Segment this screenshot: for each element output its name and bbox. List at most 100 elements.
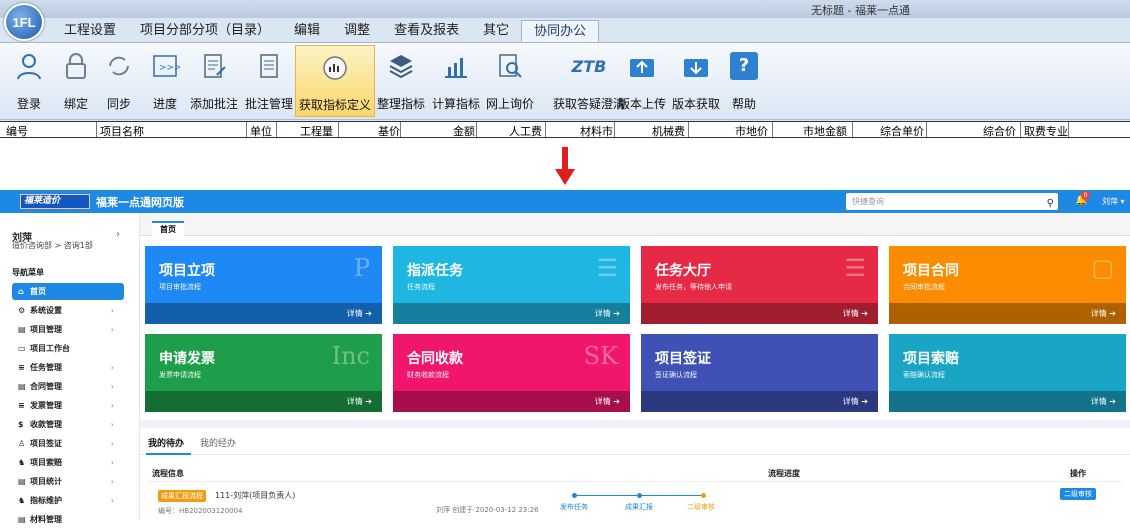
card-4[interactable]: Inc 申请发票 发票申请流程 详情 ➔ — [145, 334, 382, 412]
column-divider[interactable] — [338, 122, 339, 137]
ribbon-button-6[interactable]: 获取指标定义 — [295, 45, 375, 117]
column-divider[interactable] — [476, 122, 477, 137]
card-0[interactable]: P 项目立项 项目审批流程 详情 ➔ — [145, 246, 382, 324]
sidebar-item-4[interactable]: ≡ 任务管理 › — [12, 359, 124, 376]
card-5[interactable]: SK 合同收款 财务收款流程 详情 ➔ — [393, 334, 630, 412]
ribbon-button-0[interactable]: 登录 — [6, 45, 52, 117]
card-details-link[interactable]: 详情 ➔ — [641, 303, 878, 324]
card-details-link[interactable]: 详情 ➔ — [393, 391, 630, 412]
user-menu[interactable]: 刘萍 ▾ — [1102, 196, 1125, 207]
ribbon-button-1[interactable]: 绑定 — [53, 45, 99, 117]
nav-item-icon: ♞ — [18, 496, 26, 505]
menu-4[interactable]: 查看及报表 — [382, 20, 471, 42]
card-bg-glyph: SK — [583, 342, 618, 370]
column-divider[interactable] — [614, 122, 615, 137]
chevron-right-icon: › — [110, 496, 114, 505]
menu-2[interactable]: 编辑 — [282, 20, 332, 42]
column-divider[interactable] — [96, 122, 97, 137]
ribbon-button-3[interactable]: >>> 进度 — [142, 45, 188, 117]
sidebar-item-2[interactable]: ▤ 项目管理 › — [12, 321, 124, 338]
active-tab-underline — [146, 453, 191, 455]
column-header[interactable]: 基价 — [378, 123, 400, 139]
ribbon-button-9[interactable]: 网上询价 — [482, 45, 538, 117]
column-divider[interactable] — [688, 122, 689, 137]
tab-my-todo[interactable]: 我的待办 — [148, 436, 184, 449]
menu-5[interactable]: 其它 — [471, 20, 521, 42]
nav-item-label: 项目统计 — [30, 477, 62, 486]
column-header[interactable]: 编号 — [6, 123, 28, 139]
app-logo[interactable]: 1FL — [4, 3, 44, 41]
menu-3[interactable]: 调整 — [332, 20, 382, 42]
profile-chevron-icon[interactable]: › — [116, 229, 120, 240]
nav-item-label: 收款管理 — [30, 420, 62, 429]
sidebar-item-5[interactable]: ▤ 合同管理 › — [12, 378, 124, 395]
column-divider[interactable] — [772, 122, 773, 137]
column-divider[interactable] — [246, 122, 247, 137]
card-3[interactable]: ▢ 项目合同 合同审批流程 详情 ➔ — [889, 246, 1126, 324]
card-7[interactable]: 项目索赔 索赔确认流程 详情 ➔ — [889, 334, 1126, 412]
ribbon-button-2[interactable]: 同步 — [96, 45, 142, 117]
card-details-link[interactable]: 详情 ➔ — [889, 303, 1126, 324]
column-header[interactable]: 金额 — [453, 123, 475, 139]
column-header[interactable]: 人工费 — [509, 123, 542, 139]
column-header[interactable]: 项目名称 — [100, 123, 144, 139]
column-header[interactable]: 材料市 — [580, 123, 613, 139]
column-header[interactable]: 市地价 — [735, 123, 768, 139]
column-header[interactable]: 取费专业 — [1024, 123, 1068, 139]
column-divider[interactable] — [1068, 122, 1069, 137]
review-button[interactable]: 二级审核 — [1060, 488, 1096, 500]
nav-item-label: 项目索赔 — [30, 458, 62, 467]
card-details-link[interactable]: 详情 ➔ — [393, 303, 630, 324]
card-6[interactable]: 项目签证 签证确认流程 详情 ➔ — [641, 334, 878, 412]
ribbon-button-8[interactable]: 计算指标 — [428, 45, 484, 117]
chevron-right-icon: › — [110, 439, 114, 448]
column-divider[interactable] — [852, 122, 853, 137]
chevron-right-icon: › — [110, 306, 114, 315]
card-1[interactable]: ☰ 指派任务 任务流程 详情 ➔ — [393, 246, 630, 324]
tab-bar: 首页 — [140, 213, 1130, 236]
card-2[interactable]: ☰ 任务大厅 发布任务，等待他人申请 详情 ➔ — [641, 246, 878, 324]
column-header[interactable]: 机械费 — [652, 123, 685, 139]
card-title: 项目立项 — [159, 263, 215, 279]
column-divider[interactable] — [926, 122, 927, 137]
column-header[interactable]: 单位 — [250, 123, 272, 139]
ribbon-button-12[interactable]: 版本获取 — [668, 45, 724, 117]
tab-my-handled[interactable]: 我的经办 — [200, 436, 236, 449]
column-divider[interactable] — [545, 122, 546, 137]
column-divider[interactable] — [1020, 122, 1021, 137]
card-details-link[interactable]: 详情 ➔ — [889, 391, 1126, 412]
column-divider[interactable] — [276, 122, 277, 137]
flow-tag: 成果汇报流程 — [158, 490, 206, 502]
column-divider[interactable] — [400, 122, 401, 137]
column-header[interactable]: 市地金额 — [803, 123, 847, 139]
sidebar-item-11[interactable]: ♞ 指标维护 › — [12, 492, 124, 509]
ribbon-button-13[interactable]: ? 帮助 — [724, 45, 764, 117]
ribbon-button-5[interactable]: 批注管理 — [241, 45, 297, 117]
menu-1[interactable]: 项目分部分项（目录） — [128, 20, 282, 42]
sidebar-item-0[interactable]: ⌂ 首页 — [12, 283, 124, 300]
sidebar-item-10[interactable]: ▤ 项目统计 › — [12, 473, 124, 490]
search-input[interactable]: 快捷查询 ⚲ — [846, 193, 1058, 210]
tab-home[interactable]: 首页 — [152, 221, 184, 236]
column-header[interactable]: 综合单价 — [880, 123, 924, 139]
column-header[interactable]: 综合价 — [983, 123, 1016, 139]
ribbon-button-11[interactable]: 版本上传 — [614, 45, 670, 117]
card-details-link[interactable]: 详情 ➔ — [145, 303, 382, 324]
nav-item-label: 项目管理 — [30, 325, 62, 334]
menu-0[interactable]: 工程设置 — [52, 20, 128, 42]
ribbon-button-7[interactable]: 整理指标 — [374, 45, 428, 117]
sidebar-item-6[interactable]: ≡ 发票管理 › — [12, 397, 124, 414]
card-details-link[interactable]: 详情 ➔ — [641, 391, 878, 412]
ribbon-button-4[interactable]: 添加批注 — [186, 45, 242, 117]
flow-title[interactable]: 111-刘萍(项目负责人) — [215, 490, 295, 501]
menu-6[interactable]: 协同办公 — [521, 20, 600, 42]
sidebar-item-7[interactable]: $ 收款管理 › — [12, 416, 124, 433]
column-header[interactable]: 工程量 — [300, 123, 333, 139]
sidebar-item-9[interactable]: ♞ 项目索赔 › — [12, 454, 124, 471]
search-icon[interactable]: ⚲ — [1047, 195, 1054, 212]
sidebar-item-8[interactable]: ♙ 项目签证 › — [12, 435, 124, 452]
card-details-link[interactable]: 详情 ➔ — [145, 391, 382, 412]
sidebar-item-1[interactable]: ⚙ 系统设置 › — [12, 302, 124, 319]
sidebar-item-3[interactable]: ▭ 项目工作台 — [12, 340, 124, 357]
chevron-right-icon: › — [110, 401, 114, 410]
